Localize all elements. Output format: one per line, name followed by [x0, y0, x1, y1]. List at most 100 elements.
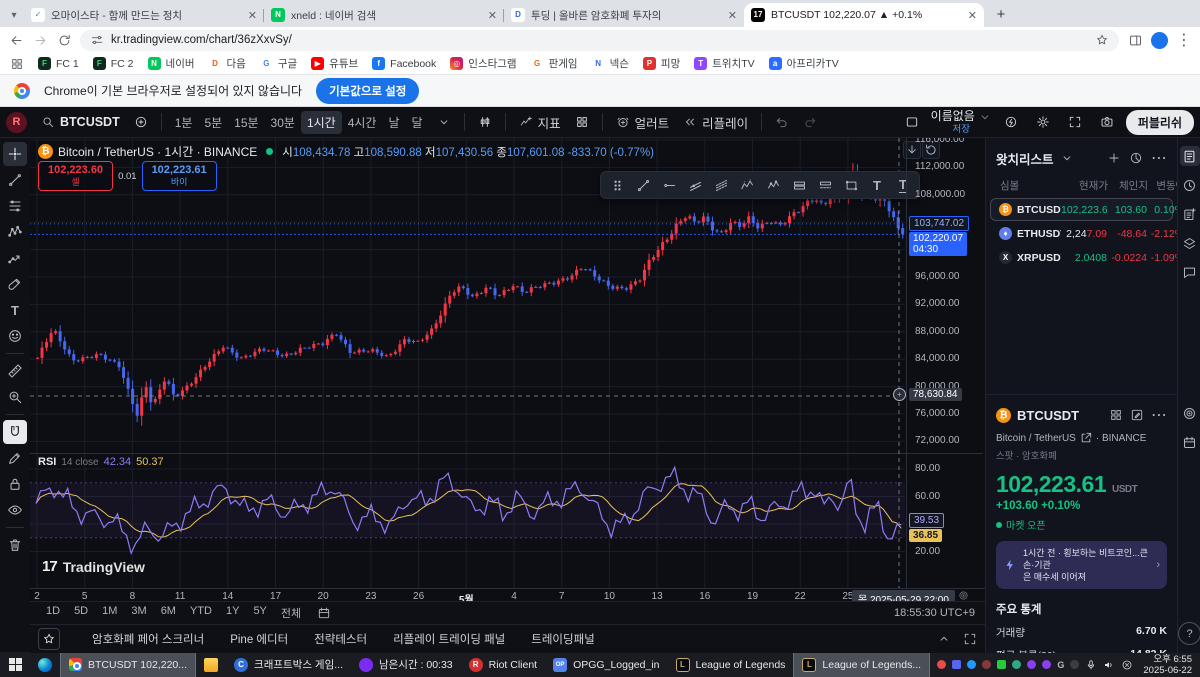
taskbar-app[interactable]: RRiot Client: [461, 652, 545, 677]
save-label[interactable]: 저장: [953, 124, 970, 135]
bookmark-item[interactable]: P피망: [643, 56, 680, 71]
watchlist-more-icon[interactable]: ⋯: [1151, 148, 1167, 168]
watchlist-row[interactable]: ♦ETHUSDT2,247.09-48.64-2.12%: [990, 222, 1173, 245]
back-icon[interactable]: [8, 32, 24, 48]
time-axis[interactable]: 2581114172023265월47101316192225목 2025-05…: [30, 588, 985, 601]
chart-symbol-title[interactable]: Bitcoin / TetherUS · 1시간 · BINANCE: [58, 143, 257, 160]
measure-tool-icon[interactable]: [3, 359, 27, 383]
text-icon[interactable]: T: [865, 174, 889, 196]
tray-icon[interactable]: [937, 660, 946, 669]
bottom-tab[interactable]: Pine 에디터: [230, 631, 288, 647]
close-tab-icon[interactable]: ✕: [728, 9, 737, 22]
taskbar-app[interactable]: C크래프트박스 게임...: [226, 652, 351, 677]
browser-tab[interactable]: D투딩 | 올바른 암호화폐 투자의✕: [504, 3, 744, 27]
browser-profile-avatar[interactable]: [1151, 32, 1168, 49]
bookmark-item[interactable]: T트위치TV: [694, 56, 754, 71]
taskbar-app[interactable]: [196, 652, 226, 677]
lock-all-tool-icon[interactable]: [3, 472, 27, 496]
new-tab-button[interactable]: +: [990, 3, 1012, 25]
detail-edit-icon[interactable]: [1130, 405, 1144, 425]
bottom-tab[interactable]: 트레이딩패널: [531, 631, 594, 647]
watchlist-column-1[interactable]: 현재가: [1062, 178, 1108, 193]
calendar-tab-icon[interactable]: [1180, 432, 1200, 452]
parallel-channel-icon[interactable]: [683, 174, 707, 196]
compare-add-icon[interactable]: [128, 112, 154, 132]
price-axis[interactable]: 116,000.00112,000.00108,000.00104,000.00…: [906, 138, 985, 588]
bookmark-item[interactable]: ◎인스타그램: [450, 56, 516, 71]
long-position-icon[interactable]: [787, 174, 811, 196]
news-banner[interactable]: 1시간 전 · 횡보하는 비트코인...큰손·기관 은 매수세 이어져 ›: [996, 541, 1167, 589]
range-5D[interactable]: 5D: [68, 603, 94, 623]
watchlist-title[interactable]: 왓치리스트: [996, 149, 1054, 168]
watchlist-column-0[interactable]: 심볼: [996, 178, 1062, 193]
rsi-legend[interactable]: RSI 14 close 42.34 50.37: [38, 456, 164, 468]
snapshot-camera-icon[interactable]: [1094, 112, 1120, 132]
remove-objects-tool-icon[interactable]: [3, 533, 27, 557]
alerts-tab-icon[interactable]: [1180, 175, 1200, 195]
range-전체[interactable]: 전체: [275, 603, 307, 623]
close-tab-icon[interactable]: ✕: [248, 9, 257, 22]
timeframe-dropdown-icon[interactable]: [431, 112, 457, 132]
watchlist-row[interactable]: ₿BTCUSDT102,223.6103.600.10%: [990, 198, 1173, 221]
taskbar-app[interactable]: LLeague of Legends...: [793, 652, 930, 677]
short-position-icon[interactable]: [813, 174, 837, 196]
rectangle-icon[interactable]: [839, 174, 863, 196]
tray-mic-icon[interactable]: [1085, 659, 1097, 671]
replay-button[interactable]: 리플레이: [677, 110, 754, 135]
horizontal-ray-icon[interactable]: [657, 174, 681, 196]
detail-grid-icon[interactable]: [1109, 405, 1123, 425]
layout-name-button[interactable]: 이름없음 저장: [931, 110, 992, 135]
forward-icon[interactable]: [32, 32, 48, 48]
help-button[interactable]: ?: [1178, 622, 1200, 645]
external-link-icon[interactable]: [1079, 431, 1093, 445]
floating-drawing-toolbar[interactable]: TT: [600, 171, 920, 199]
price-chart[interactable]: [30, 138, 985, 601]
bookmark-item[interactable]: FFC 2: [93, 56, 134, 71]
tab-search-icon[interactable]: ▾: [6, 7, 22, 23]
taskbar-app[interactable]: OPOPGG_Logged_in: [545, 652, 667, 677]
timeframe-1시간[interactable]: 1시간: [301, 111, 342, 134]
bookmark-item[interactable]: FFC 1: [38, 56, 79, 71]
bottom-tab[interactable]: 리플레이 트레이딩 패널: [393, 631, 505, 647]
time-axis-settings-icon[interactable]: [958, 590, 969, 601]
chart-canvas[interactable]: ₿ Bitcoin / TetherUS · 1시간 · BINANCE 시10…: [30, 138, 985, 601]
timeframe-달[interactable]: 달: [406, 111, 429, 134]
tray-icon[interactable]: [997, 660, 1006, 669]
magnet-tool-icon[interactable]: [3, 420, 27, 444]
trend-line-tool-icon[interactable]: [3, 168, 27, 192]
reload-icon[interactable]: [56, 32, 72, 48]
server-clock[interactable]: 18:55:30 UTC+9: [894, 607, 975, 619]
indicator-templates-icon[interactable]: [569, 112, 595, 132]
watchlist-column-2[interactable]: 체인지: [1108, 178, 1148, 193]
watchlist-pie-icon[interactable]: [1129, 148, 1143, 168]
timeframe-15분[interactable]: 15분: [228, 111, 264, 134]
symbol-search-button[interactable]: BTCUSDT: [35, 112, 126, 132]
fullscreen-icon[interactable]: [1062, 112, 1088, 132]
watchlist-row[interactable]: XXRPUSDT2.0408-0.0224-1.09%: [990, 246, 1173, 269]
tray-icon[interactable]: [1027, 660, 1036, 669]
drag-handle-icon[interactable]: [605, 174, 629, 196]
tray-icon[interactable]: [952, 660, 961, 669]
watchlist-add-icon[interactable]: [1107, 148, 1121, 168]
detail-more-icon[interactable]: ⋯: [1151, 405, 1167, 425]
regression-channel-icon[interactable]: [709, 174, 733, 196]
browser-tab[interactable]: Nxneld : 네이버 검색✕: [264, 3, 504, 27]
redo-icon[interactable]: [797, 112, 823, 132]
bottom-tab[interactable]: 전략테스터: [314, 631, 367, 647]
fib-retracement-tool-icon[interactable]: [3, 194, 27, 218]
elliott-wave-icon[interactable]: [735, 174, 759, 196]
tray-icon[interactable]: [1012, 660, 1021, 669]
close-tab-icon[interactable]: ✕: [968, 9, 977, 22]
tray-close-icon[interactable]: [1121, 659, 1133, 671]
bookmark-item[interactable]: fFacebook: [372, 56, 436, 71]
bookmark-item[interactable]: G구글: [260, 56, 297, 71]
tray-icon[interactable]: [967, 660, 976, 669]
chat-icon[interactable]: [1180, 262, 1200, 282]
range-1D[interactable]: 1D: [40, 603, 66, 623]
object-tree-icon[interactable]: [1180, 233, 1200, 253]
tray-icon[interactable]: [1042, 660, 1051, 669]
bookmark-item[interactable]: N넥슨: [592, 56, 629, 71]
quick-access-icon[interactable]: [38, 628, 60, 650]
go-to-date-icon[interactable]: [317, 606, 331, 620]
sell-button[interactable]: 102,223.60셀: [38, 161, 113, 191]
